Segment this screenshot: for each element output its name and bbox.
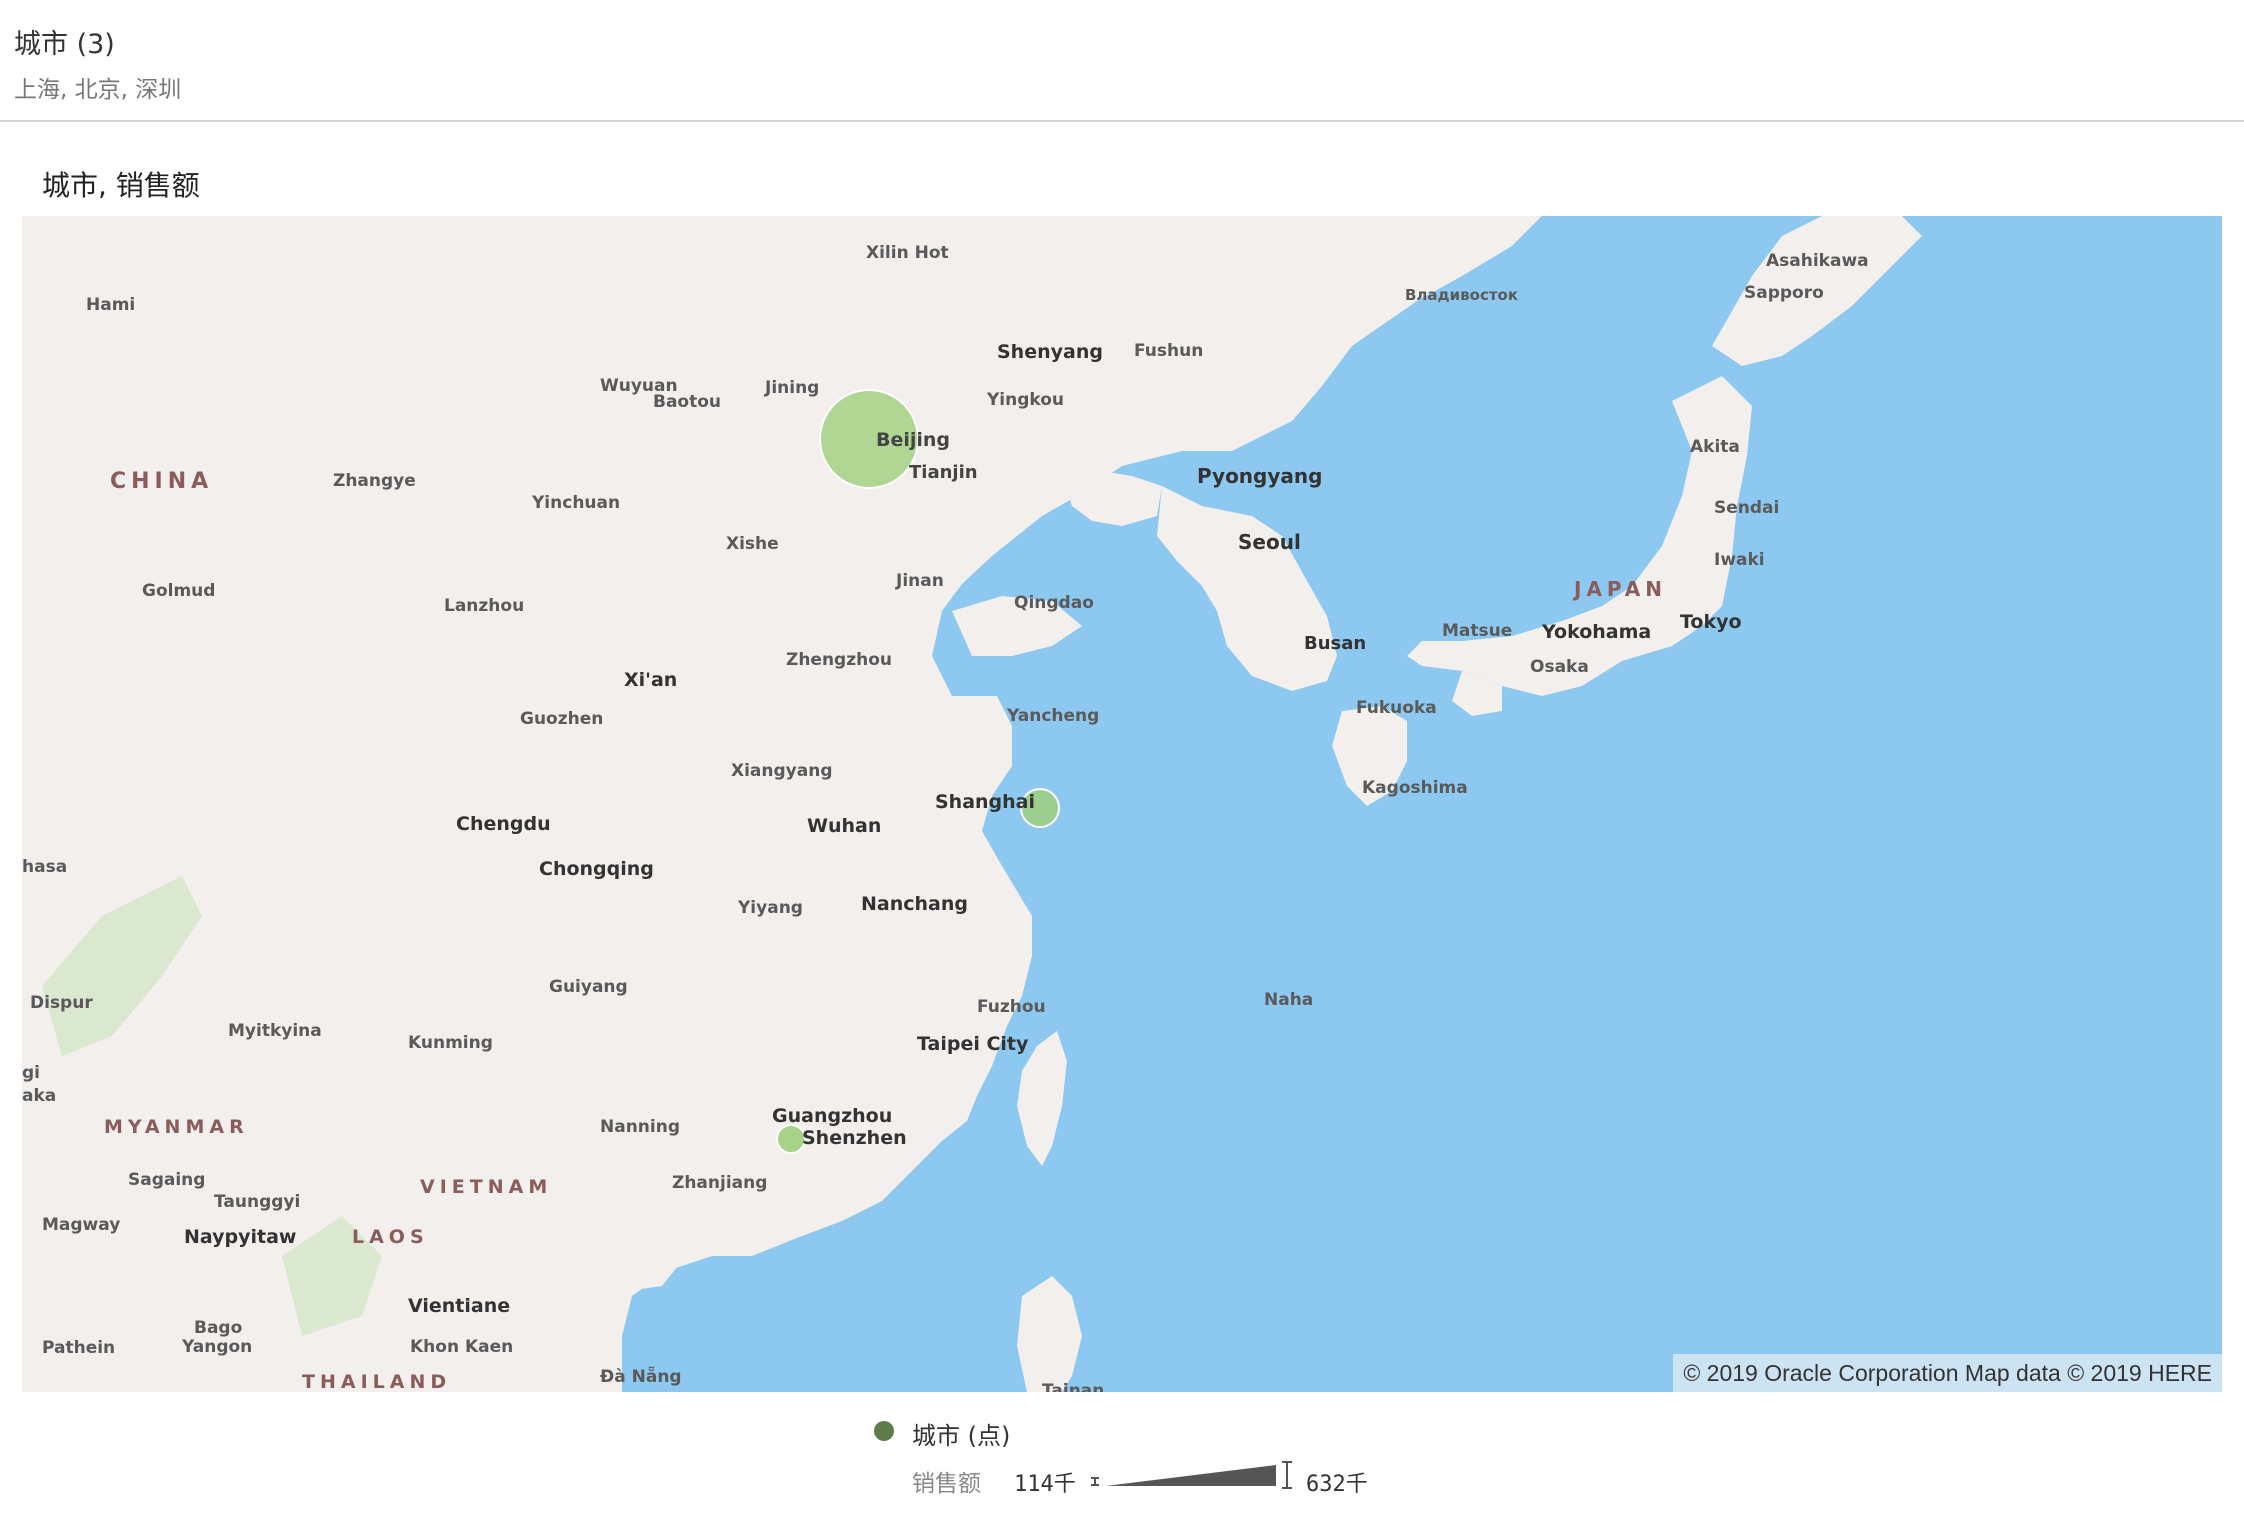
label-shanghai: Shanghai <box>935 791 1035 813</box>
label-pathein: Pathein <box>42 1338 115 1358</box>
legend-series-label: 城市 (点) <box>912 1422 1011 1450</box>
label-busan: Busan <box>1304 633 1366 654</box>
label-vietnam: VIETNAM <box>420 1176 552 1198</box>
label-shenyang: Shenyang <box>997 341 1103 363</box>
label-yancheng: Yancheng <box>1006 706 1099 726</box>
label-osaka: Osaka <box>1530 657 1589 677</box>
label-zhanjiang: Zhanjiang <box>672 1173 767 1193</box>
label-kagoshima: Kagoshima <box>1362 778 1468 798</box>
label-xilinhot: Xilin Hot <box>866 243 949 263</box>
label-naypyitaw: Naypyitaw <box>184 1226 296 1248</box>
label-chengdu: Chengdu <box>456 813 551 835</box>
label-fukuoka: Fukuoka <box>1356 698 1437 718</box>
label-lanzhou: Lanzhou <box>444 596 524 616</box>
label-laos: LAOS <box>352 1226 429 1248</box>
label-qingdao: Qingdao <box>1014 593 1094 613</box>
shenzhen-bubble <box>776 1124 806 1154</box>
honshu-land <box>1407 376 1752 696</box>
label-xishe: Xishe <box>726 534 779 554</box>
label-yangon: Yangon <box>181 1337 252 1357</box>
legend-size-max: 632千 <box>1306 1472 1368 1497</box>
label-zhengzhou: Zhengzhou <box>786 650 892 670</box>
city-filter-panel[interactable]: 城市 (3) 上海, 北京, 深圳 <box>0 0 2244 121</box>
label-kunming: Kunming <box>408 1033 493 1053</box>
label-vladivostok: Владивосток <box>1405 286 1518 304</box>
viz-title: 城市, 销售额 <box>42 169 200 202</box>
label-yiyang: Yiyang <box>737 898 803 918</box>
label-asahikawa: Asahikawa <box>1766 251 1869 271</box>
label-danang: Đà Nẵng <box>600 1365 682 1387</box>
label-hami: Hami <box>86 295 135 315</box>
label-tianjin: Tianjin <box>909 462 978 483</box>
label-chongqing: Chongqing <box>539 858 654 880</box>
label-jinan: Jinan <box>895 571 944 591</box>
label-sagaing: Sagaing <box>128 1170 205 1190</box>
label-guangzhou: Guangzhou <box>772 1105 892 1127</box>
legend-series-dot <box>874 1421 894 1441</box>
label-khonkaen: Khon Kaen <box>410 1337 513 1357</box>
label-fushun: Fushun <box>1134 341 1203 361</box>
label-myanmar: MYANMAR <box>104 1116 249 1138</box>
label-golmud: Golmud <box>142 581 215 601</box>
map-attribution: © 2019 Oracle Corporation Map data © 201… <box>1673 1354 2222 1392</box>
label-tainan: Tainan <box>1042 1381 1104 1392</box>
liaodong-peninsula-land <box>1062 471 1162 526</box>
label-china: CHINA <box>110 469 213 494</box>
panel-divider <box>0 120 2244 122</box>
label-thailand: THAILAND <box>302 1371 451 1392</box>
legend-size-wedge <box>1091 1461 1292 1489</box>
label-shenzhen: Shenzhen <box>802 1127 907 1149</box>
label-wuhan: Wuhan <box>807 815 881 837</box>
label-nanchang: Nanchang <box>861 893 968 915</box>
label-yokohama: Yokohama <box>1541 621 1651 643</box>
label-matsue: Matsue <box>1442 621 1512 641</box>
luzon-land <box>1017 1276 1082 1392</box>
label-taipei: Taipei City <box>917 1033 1029 1055</box>
legend-size-min: 114千 <box>1014 1472 1076 1497</box>
legend-size-metric-label: 销售额 <box>912 1471 981 1497</box>
label-iwaki: Iwaki <box>1714 550 1765 570</box>
korea-land <box>1157 486 1337 691</box>
label-naha: Naha <box>1264 990 1313 1010</box>
label-xian: Xi'an <box>624 669 677 691</box>
basemap: Xilin Hot Hami Shenyang Fushun Владивост… <box>22 216 1922 1392</box>
label-akita: Akita <box>1690 437 1740 457</box>
label-tokyo: Tokyo <box>1680 611 1742 633</box>
map-view[interactable]: Xilin Hot Hami Shenyang Fushun Владивост… <box>22 216 2222 1392</box>
label-lhasa: hasa <box>22 857 67 877</box>
label-taunggyi: Taunggyi <box>214 1192 300 1212</box>
label-guozhen: Guozhen <box>520 709 603 729</box>
label-vientiane: Vientiane <box>408 1295 510 1317</box>
label-bago: Bago <box>194 1318 242 1338</box>
label-seoul: Seoul <box>1238 530 1301 554</box>
label-nanning: Nanning <box>600 1117 680 1137</box>
filter-title: 城市 (3) <box>14 29 115 60</box>
label-japan: JAPAN <box>1572 577 1667 601</box>
label-yingkou: Yingkou <box>986 390 1064 410</box>
label-jining: Jining <box>764 378 819 398</box>
label-myitkyina: Myitkyina <box>228 1021 322 1041</box>
label-baotou: Baotou <box>653 392 721 412</box>
label-yinchuan: Yinchuan <box>531 493 620 513</box>
label-guiyang: Guiyang <box>549 977 628 997</box>
label-magway: Magway <box>42 1215 120 1235</box>
label-zhangye: Zhangye <box>333 471 416 491</box>
label-xiangyang: Xiangyang <box>731 761 833 781</box>
label-aka: aka <box>22 1086 56 1106</box>
label-pyongyang: Pyongyang <box>1197 464 1322 488</box>
label-sapporo: Sapporo <box>1744 283 1824 303</box>
label-fuzhou: Fuzhou <box>977 997 1046 1017</box>
label-dispur: Dispur <box>30 993 93 1013</box>
label-sendai: Sendai <box>1714 498 1779 518</box>
label-beijing: Beijing <box>876 429 950 451</box>
label-gi: gi <box>22 1063 40 1083</box>
filter-selected-values: 上海, 北京, 深圳 <box>14 77 182 103</box>
